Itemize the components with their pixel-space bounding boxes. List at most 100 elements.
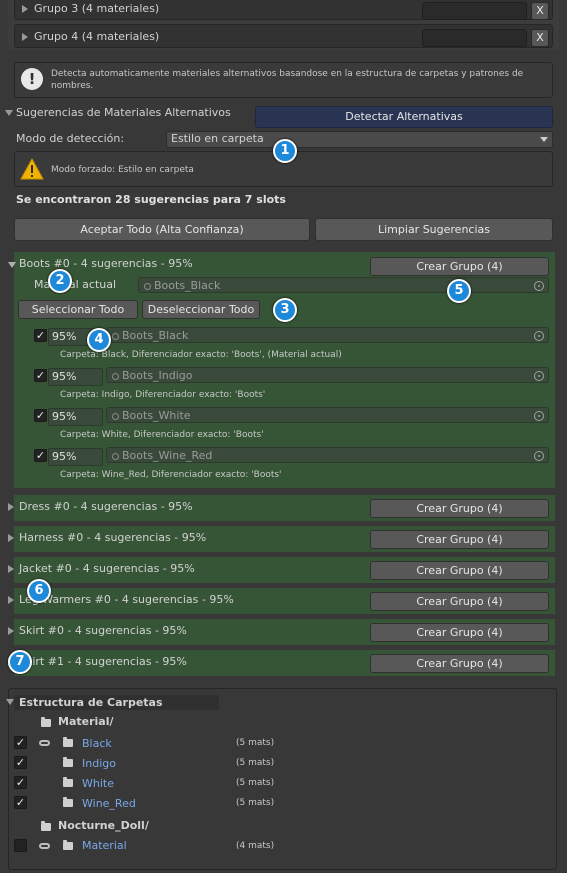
folder-count: (5 mats) (236, 738, 275, 748)
confidence-field[interactable]: 95% (48, 408, 103, 426)
folder-count: (5 mats) (236, 758, 275, 768)
suggestion-material-field[interactable]: Boots_Indigo (106, 367, 549, 383)
create-group-button[interactable]: Crear Grupo (4) (370, 654, 549, 673)
suggestion-material-field[interactable]: Boots_Black (106, 327, 549, 343)
folder-checkbox[interactable]: ✓ (14, 776, 27, 789)
callout-badge-7: 7 (8, 650, 32, 674)
folder-checkbox[interactable]: ✓ (14, 796, 27, 809)
expand-arrow-icon[interactable] (8, 534, 14, 542)
suggestion-checkbox[interactable]: ✓ (34, 369, 47, 382)
suggestion-detail: Carpeta: White, Diferenciador exacto: 'B… (60, 430, 264, 440)
folder-name[interactable]: Wine_Red (82, 797, 136, 811)
collapse-arrow-icon[interactable] (8, 262, 16, 268)
object-picker-icon[interactable] (534, 371, 544, 381)
dropdown-arrow-icon (540, 137, 548, 142)
expand-arrow-icon[interactable] (8, 565, 14, 573)
group-row-4[interactable]: Grupo 4 (4 materiales) X (14, 24, 553, 48)
group-field[interactable] (422, 2, 527, 20)
warning-message: Modo forzado: Estilo en carpeta (51, 165, 194, 175)
folder-structure-header: Estructura de Carpetas (19, 696, 163, 709)
collapse-arrow-icon[interactable] (5, 110, 13, 116)
folder-checkbox[interactable]: ✓ (14, 756, 27, 769)
slot-title: Dress #0 - 4 sugerencias - 95% (19, 500, 193, 513)
slot-title: Skirt #0 - 4 sugerencias - 95% (19, 624, 187, 637)
expand-arrow-icon[interactable] (22, 5, 28, 13)
folder-root: Nocturne_Doll/ (58, 819, 149, 832)
info-message: Detecta automaticamente materiales alter… (51, 69, 524, 91)
slot-row-leg-warmers[interactable]: Leg Warmers #0 - 4 sugerencias - 95% Cre… (8, 588, 555, 614)
remove-group-button[interactable]: X (531, 29, 549, 47)
callout-badge-4: 4 (87, 328, 111, 352)
object-picker-icon[interactable] (534, 331, 544, 341)
expand-arrow-icon[interactable] (22, 33, 28, 41)
suggestion-material-field[interactable]: Boots_White (106, 407, 549, 423)
detect-alternatives-button[interactable]: Detectar Alternativas (255, 106, 553, 128)
folder-count: (5 mats) (236, 798, 275, 808)
suggestion-checkbox[interactable]: ✓ (34, 329, 47, 342)
warning-icon (20, 158, 44, 180)
object-picker-icon[interactable] (534, 281, 544, 291)
material-icon (144, 283, 151, 290)
deselect-all-button[interactable]: Deseleccionar Todo (142, 300, 260, 319)
mode-value: Estilo en carpeta (171, 132, 264, 145)
folder-count: (4 mats) (236, 841, 275, 851)
material-icon (112, 333, 119, 340)
accept-all-button[interactable]: Aceptar Todo (Alta Confianza) (14, 218, 310, 241)
mode-dropdown[interactable]: Estilo en carpeta (166, 131, 553, 148)
create-group-button[interactable]: Crear Grupo (4) (370, 499, 549, 518)
link-icon (39, 740, 50, 746)
confidence-field[interactable]: 95% (48, 448, 103, 466)
suggestion-detail: Carpeta: Indigo, Diferenciador exacto: '… (60, 390, 266, 400)
material-name: Boots_Black (154, 279, 221, 292)
collapse-arrow-icon[interactable] (6, 699, 14, 705)
group-field[interactable] (422, 29, 527, 47)
folder-name[interactable]: White (82, 777, 114, 791)
folder-name[interactable]: Indigo (82, 757, 116, 771)
object-picker-icon[interactable] (534, 451, 544, 461)
slot-row-skirt-0[interactable]: Skirt #0 - 4 sugerencias - 95% Crear Gru… (8, 619, 555, 645)
info-icon: ! (21, 68, 43, 90)
expand-arrow-icon[interactable] (8, 503, 14, 511)
material-name: Boots_Indigo (122, 369, 193, 382)
slot-title: Boots #0 - 4 sugerencias - 95% (19, 257, 193, 270)
folder-checkbox[interactable]: ✓ (14, 736, 27, 749)
material-icon (112, 453, 119, 460)
suggestion-checkbox[interactable]: ✓ (34, 409, 47, 422)
select-all-button[interactable]: Seleccionar Todo (18, 300, 138, 319)
material-icon (112, 413, 119, 420)
slot-row-skirt-1[interactable]: Skirt #1 - 4 sugerencias - 95% Crear Gru… (8, 650, 555, 676)
material-name: Boots_Black (122, 329, 189, 342)
folder-name[interactable]: Black (82, 737, 112, 751)
folder-name[interactable]: Material (82, 839, 127, 853)
current-material-field[interactable]: Boots_Black (138, 277, 549, 293)
create-group-button[interactable]: Crear Grupo (4) (370, 530, 549, 549)
expand-arrow-icon[interactable] (8, 627, 14, 635)
create-group-button[interactable]: Crear Grupo (4) (370, 561, 549, 580)
suggestion-checkbox[interactable]: ✓ (34, 449, 47, 462)
suggestion-material-field[interactable]: Boots_Wine_Red (106, 447, 549, 463)
callout-badge-5: 5 (447, 279, 471, 303)
folder-icon (63, 757, 73, 767)
create-group-button[interactable]: Crear Grupo (4) (370, 592, 549, 611)
remove-group-button[interactable]: X (531, 2, 549, 20)
link-icon (39, 843, 50, 849)
group-row-3[interactable]: Grupo 3 (4 materiales) X (14, 0, 553, 20)
info-box: ! Detecta automaticamente materiales alt… (14, 62, 553, 98)
object-picker-icon[interactable] (534, 411, 544, 421)
slot-row-jacket[interactable]: Jacket #0 - 4 sugerencias - 95% Crear Gr… (8, 557, 555, 583)
create-group-button[interactable]: Crear Grupo (4) (370, 623, 549, 642)
folder-checkbox[interactable] (14, 839, 27, 852)
folder-icon (63, 777, 73, 787)
slot-title: Harness #0 - 4 sugerencias - 95% (19, 531, 207, 544)
callout-badge-6: 6 (27, 579, 51, 603)
confidence-field[interactable]: 95% (48, 368, 103, 386)
create-group-button[interactable]: Crear Grupo (4) (370, 257, 549, 276)
slot-row-dress[interactable]: Dress #0 - 4 sugerencias - 95% Crear Gru… (8, 495, 555, 521)
expand-arrow-icon[interactable] (8, 596, 14, 604)
slot-row-harness[interactable]: Harness #0 - 4 sugerencias - 95% Crear G… (8, 526, 555, 552)
clear-suggestions-button[interactable]: Limpiar Sugerencias (315, 218, 553, 241)
slot-title: Leg Warmers #0 - 4 sugerencias - 95% (19, 593, 234, 606)
folder-icon (63, 840, 73, 850)
suggestion-detail: Carpeta: Wine_Red, Diferenciador exacto:… (60, 470, 282, 480)
folder-icon (63, 737, 73, 747)
